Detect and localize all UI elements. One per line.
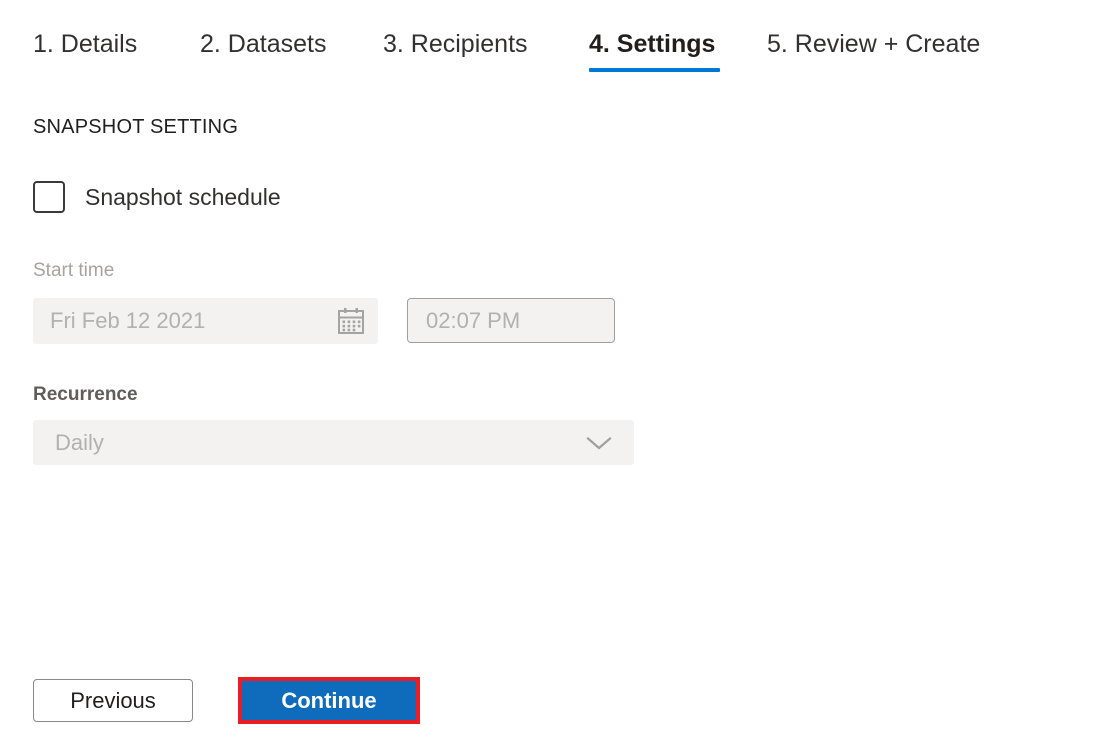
snapshot-schedule-checkbox-row[interactable]: Snapshot schedule (33, 178, 281, 216)
start-time-value: 02:07 PM (426, 307, 521, 333)
snapshot-schedule-checkbox[interactable] (33, 181, 65, 213)
start-time-input[interactable]: 02:07 PM (407, 298, 615, 343)
recurrence-selected-value: Daily (55, 429, 104, 455)
recurrence-label: Recurrence (33, 384, 138, 405)
previous-button[interactable]: Previous (33, 679, 193, 722)
tab-recipients[interactable]: 3. Recipients (383, 28, 528, 60)
chevron-down-icon[interactable] (586, 435, 612, 450)
continue-button-highlight: Continue (238, 677, 420, 724)
recurrence-dropdown[interactable]: Daily (33, 420, 634, 465)
start-date-value: Fri Feb 12 2021 (50, 308, 206, 333)
active-tab-underline (589, 68, 720, 72)
tab-datasets[interactable]: 2. Datasets (200, 28, 326, 60)
tab-details[interactable]: 1. Details (33, 28, 137, 60)
continue-button[interactable]: Continue (242, 681, 416, 720)
wizard-tabbar: 1. Details 2. Datasets 3. Recipients 4. … (0, 0, 1093, 80)
tab-settings[interactable]: 4. Settings (589, 28, 715, 60)
section-title-snapshot-setting: SNAPSHOT SETTING (33, 116, 239, 138)
start-date-input[interactable]: Fri Feb 12 2021 (33, 298, 378, 344)
snapshot-schedule-label: Snapshot schedule (85, 184, 281, 210)
tab-review-create[interactable]: 5. Review + Create (767, 28, 980, 60)
start-time-label: Start time (33, 260, 115, 281)
calendar-icon[interactable] (337, 308, 365, 335)
